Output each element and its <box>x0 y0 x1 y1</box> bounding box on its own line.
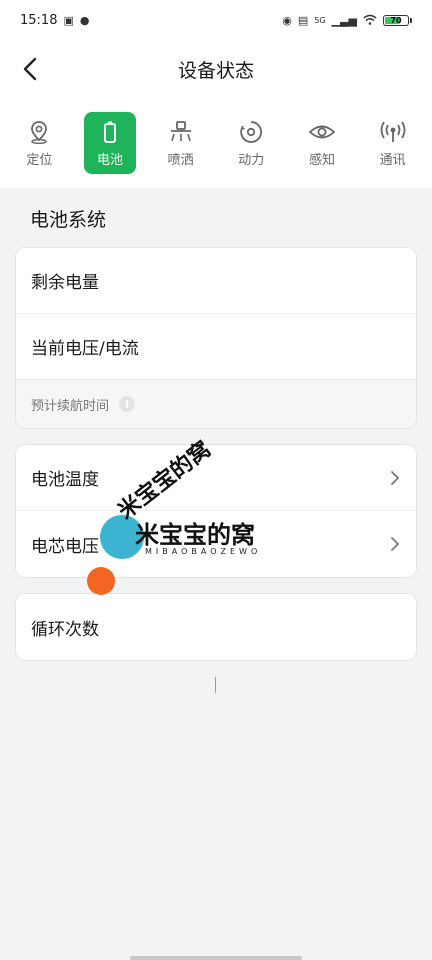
sprayer-icon <box>170 120 191 141</box>
eye-icon <box>308 125 336 138</box>
row-cell-voltage[interactable]: 电芯电压 <box>16 511 416 577</box>
scroll-caret <box>215 677 216 693</box>
tab-perception[interactable]: 感知 <box>296 112 348 174</box>
tab-label: 定位 <box>26 152 53 168</box>
row-label: 当前电压/电流 <box>31 339 139 359</box>
back-button[interactable] <box>14 52 46 86</box>
row-battery-temperature[interactable]: 电池温度 <box>16 445 416 511</box>
cycle-count-card: 循环次数 <box>15 593 417 661</box>
wifi-icon <box>363 14 377 27</box>
tab-communication[interactable]: 通讯 <box>367 112 419 174</box>
tab-label: 喷洒 <box>167 152 194 168</box>
battery-detail-card: 电池温度 电芯电压 <box>15 444 417 578</box>
info-icon[interactable]: i <box>119 396 136 412</box>
status-bar: 15:18 ▣ ● ◉ ▤ 5G ▁▃▅ 70 <box>0 0 432 40</box>
chevron-right-icon <box>391 470 400 485</box>
row-label: 循环次数 <box>31 619 99 640</box>
battery-tip <box>410 17 412 23</box>
status-bar-left: 15:18 ▣ ● <box>20 13 89 28</box>
home-indicator[interactable] <box>130 956 302 960</box>
row-cycle-count[interactable]: 循环次数 <box>16 594 416 660</box>
footer-label: 预计续航时间 <box>31 398 110 414</box>
nav-bar: 设备状态 <box>0 40 432 99</box>
location-pin-icon <box>31 120 48 144</box>
tab-location[interactable]: 定位 <box>13 112 65 174</box>
row-label: 剩余电量 <box>31 273 99 293</box>
row-estimated-endurance: 预计续航时间 i <box>16 380 416 428</box>
tab-spraying[interactable]: 喷洒 <box>155 112 207 174</box>
row-voltage-current[interactable]: 当前电压/电流 <box>16 314 416 380</box>
chevron-left-icon <box>23 57 37 81</box>
network-type: 5G <box>314 15 326 25</box>
section-title: 电池系统 <box>30 209 107 231</box>
cell-signal-icon: ▁▃▅ <box>331 13 357 27</box>
status-bar-right: ◉ ▤ 5G ▁▃▅ 70 <box>282 14 412 27</box>
location-status-icon: ◉ <box>282 13 292 27</box>
tab-power[interactable]: 动力 <box>225 112 277 174</box>
battery-percent: 70 <box>390 15 402 25</box>
row-remaining-capacity[interactable]: 剩余电量 <box>16 248 416 314</box>
tab-label: 动力 <box>238 152 265 168</box>
device-status-tabs: 定位 电池 喷洒 动力 感知 通讯 <box>0 98 432 188</box>
chat-notification-icon: ● <box>79 13 90 27</box>
hd-icon: ▤ <box>297 13 309 27</box>
row-label: 电池温度 <box>31 470 99 490</box>
chevron-right-icon <box>391 537 400 551</box>
signal-icon <box>380 121 406 142</box>
status-time: 15:18 <box>20 12 58 28</box>
battery-info-card: 剩余电量 当前电压/电流 预计续航时间 i <box>15 247 417 429</box>
tab-label: 通讯 <box>379 152 406 168</box>
motor-icon <box>240 120 263 143</box>
page-title: 设备状态 <box>177 59 254 82</box>
app-notification-icon: ▣ <box>63 13 74 27</box>
tab-label: 电池 <box>96 152 123 168</box>
tab-label: 感知 <box>308 152 335 168</box>
tab-battery[interactable]: 电池 <box>83 112 136 174</box>
battery-icon <box>103 121 116 143</box>
battery-status-icon: 70 <box>383 14 409 26</box>
row-label: 电芯电压 <box>31 536 99 557</box>
